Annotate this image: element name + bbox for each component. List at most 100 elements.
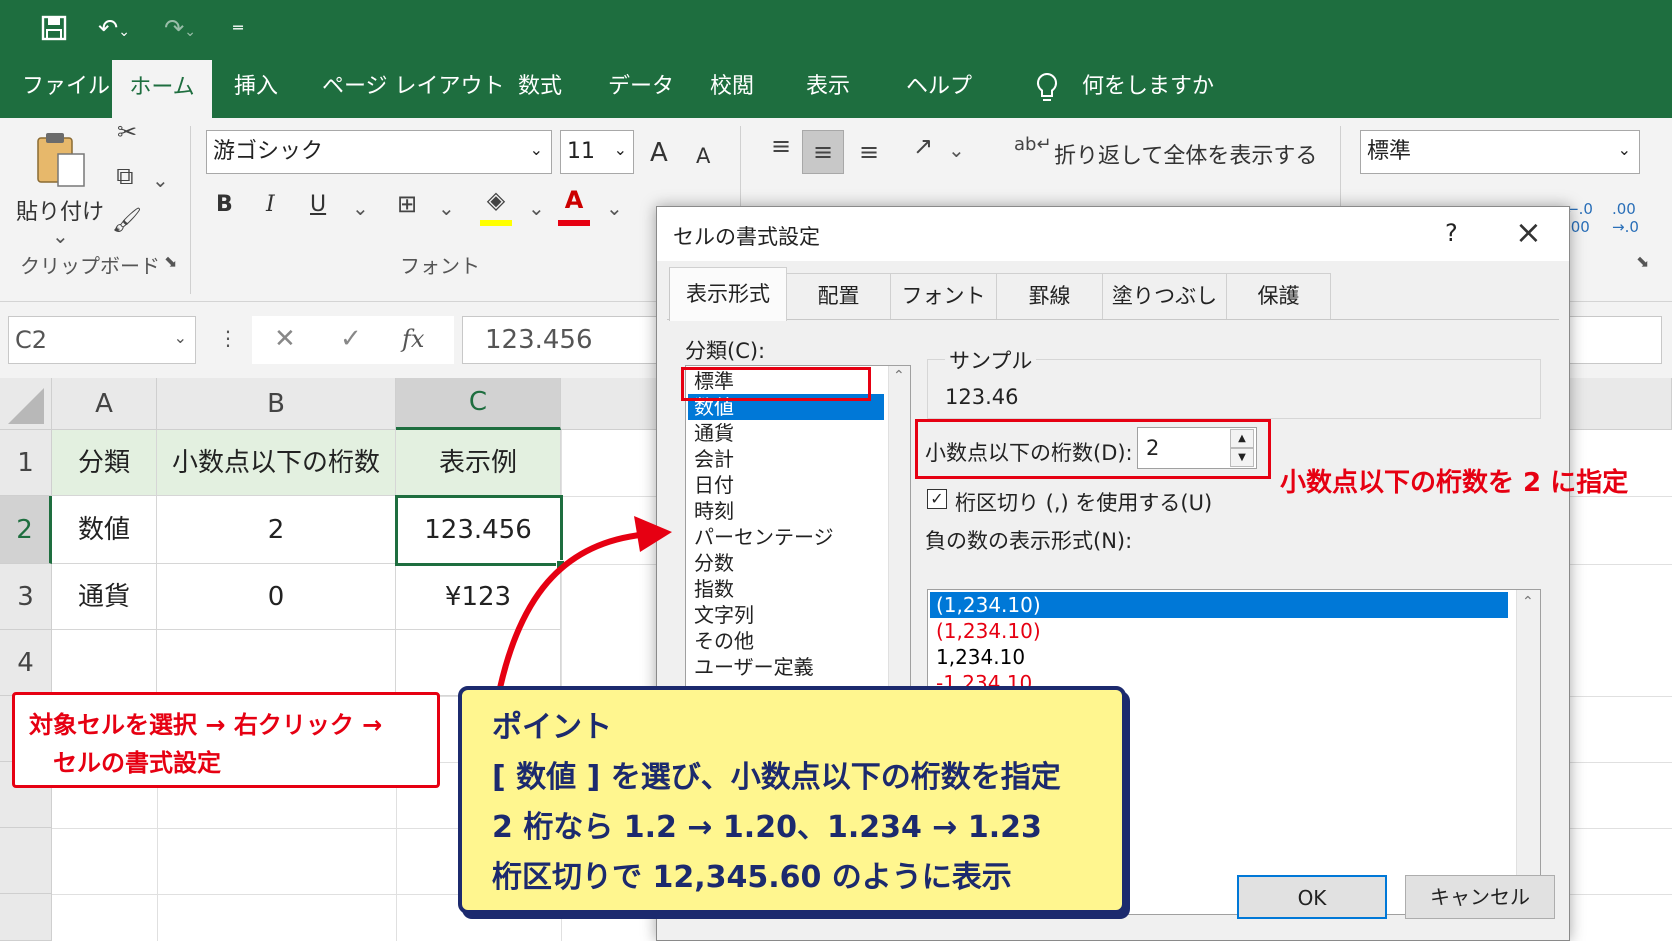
font-color-icon[interactable]: A [558,186,590,214]
fill-dropdown-icon[interactable]: ⌄ [528,196,545,220]
cell-a4[interactable] [52,630,157,696]
category-item[interactable]: 文字列 [688,602,884,628]
format-painter-icon[interactable]: 🖌 [110,206,144,234]
decrease-decimal-icon[interactable]: .00 →.0 [1612,200,1639,236]
save-icon[interactable] [36,12,72,44]
tab-page-layout[interactable]: ページ レイアウト [322,56,505,118]
negative-format-item-selected[interactable]: (1,234.10) [930,592,1508,618]
cell-c3[interactable]: ¥123 [396,564,561,630]
column-header-a[interactable]: A [52,378,157,430]
help-button[interactable]: ? [1445,219,1458,247]
number-launcher-icon[interactable]: ⬊ [1636,252,1649,271]
category-item[interactable]: 通貨 [688,420,884,446]
tab-review[interactable]: 校閲 [710,56,754,118]
tab-alignment[interactable]: 配置 [787,273,891,319]
negative-format-item[interactable]: (1,234.10) [930,618,1508,644]
font-color-dropdown-icon[interactable]: ⌄ [606,196,623,220]
shrink-font-button[interactable]: A [696,144,710,168]
category-item[interactable]: 分数 [688,550,884,576]
row-header-7[interactable] [0,828,52,894]
cancel-entry-icon[interactable]: ✕ [274,316,296,362]
column-header-b[interactable]: B [157,378,396,430]
row-header-2[interactable]: 2 [0,496,52,564]
tab-border[interactable]: 罫線 [997,273,1103,319]
paste-icon[interactable] [30,130,90,190]
paste-button[interactable]: 貼り付け [16,194,104,226]
tab-home[interactable]: ホーム [112,60,212,118]
cell-a2[interactable]: 数値 [52,496,157,564]
category-item[interactable]: 日付 [688,472,884,498]
orientation-icon[interactable]: ↗ [906,132,940,160]
chevron-up-icon[interactable]: ⌃ [1522,594,1534,610]
font-name-select[interactable]: 游ゴシック ⌄ [206,130,552,174]
row-header-1[interactable]: 1 [0,430,52,496]
negative-format-scrollbar[interactable]: ⌃ ⌄ [1516,590,1540,914]
cell-b3[interactable]: 0 [157,564,396,630]
tab-view[interactable]: 表示 [806,56,850,118]
category-item[interactable]: その他 [688,628,884,654]
italic-button[interactable]: I [266,192,275,217]
cut-icon[interactable]: ✂ [110,118,144,146]
negative-format-item[interactable]: 1,234.10 [930,644,1508,670]
tab-file[interactable]: ファイル [22,56,110,118]
close-icon[interactable]: × [1515,213,1542,251]
tab-formulas[interactable]: 数式 [518,56,562,118]
font-size-select[interactable]: 11 ⌄ [560,130,634,174]
orientation-dropdown-icon[interactable]: ⌄ [948,138,965,162]
tab-fill[interactable]: 塗りつぶし [1103,273,1227,319]
copy-icon[interactable]: ⧉ [108,162,142,190]
underline-dropdown-icon[interactable]: ⌄ [352,196,369,220]
cell-a1[interactable]: 分類 [52,430,157,496]
thousands-separator-label[interactable]: 桁区切り (,) を使用する(U) [955,487,1212,517]
border-icon[interactable]: ⊞ [392,190,422,218]
column-header-c[interactable]: C [396,378,561,430]
redo-icon[interactable]: ↷⌄ [152,12,208,44]
align-middle-icon[interactable]: ≡ [802,130,844,174]
paste-dropdown-icon[interactable]: ⌄ [52,224,69,248]
confirm-entry-icon[interactable]: ✓ [340,316,362,362]
tell-me-search[interactable]: 何をしますか [1082,56,1214,118]
cell-b2[interactable]: 2 [157,496,396,564]
lightbulb-icon[interactable] [1034,56,1060,118]
customize-qat-icon[interactable]: ═ [226,12,250,44]
cancel-button[interactable]: キャンセル [1405,875,1555,919]
fill-color-icon[interactable]: ◈ [480,186,512,214]
category-item[interactable]: 会計 [688,446,884,472]
bold-button[interactable]: B [216,192,233,217]
chevron-up-icon[interactable]: ⌃ [893,368,905,384]
insert-function-icon[interactable]: fx [402,316,424,362]
increase-decimal-icon[interactable]: ←.0.00 [1566,200,1593,236]
align-bottom-icon[interactable]: ≡ [852,138,886,166]
ok-button[interactable]: OK [1237,875,1387,919]
cell-a3[interactable]: 通貨 [52,564,157,630]
copy-dropdown-icon[interactable]: ⌄ [152,168,169,192]
tab-number[interactable]: 表示形式 [669,267,787,321]
align-top-icon[interactable]: ≡ [764,132,798,160]
tab-help[interactable]: ヘルプ [906,56,972,118]
category-item[interactable]: ユーザー定義 [688,654,884,680]
underline-button[interactable]: U [310,192,326,217]
thousands-separator-checkbox[interactable]: ✓ [927,489,947,509]
cell-b1[interactable]: 小数点以下の桁数 [157,430,396,496]
number-format-select[interactable]: 標準 ⌄ [1360,130,1640,174]
grow-font-button[interactable]: A [650,138,668,168]
tab-data[interactable]: データ [608,56,674,118]
row-header-8[interactable] [0,894,52,941]
select-all-corner[interactable] [0,378,52,430]
cell-b4[interactable] [157,630,396,696]
tab-protection[interactable]: 保護 [1227,273,1331,319]
cell-c1[interactable]: 表示例 [396,430,561,496]
tab-insert[interactable]: 挿入 [234,56,278,118]
name-box[interactable]: C2 ⌄ [8,316,196,364]
row-header-3[interactable]: 3 [0,564,52,630]
wrap-text-icon[interactable]: ab↵ [1014,134,1052,155]
category-item[interactable]: 時刻 [688,498,884,524]
border-dropdown-icon[interactable]: ⌄ [438,196,455,220]
category-item[interactable]: パーセンテージ [688,524,884,550]
fill-handle[interactable] [556,560,565,569]
wrap-text-button[interactable]: 折り返して全体を表示する [1054,138,1317,170]
tab-font[interactable]: フォント [891,273,997,319]
undo-icon[interactable]: ↶⌄ [86,12,142,44]
clipboard-launcher-icon[interactable]: ⬊ [164,252,177,271]
category-item[interactable]: 指数 [688,576,884,602]
